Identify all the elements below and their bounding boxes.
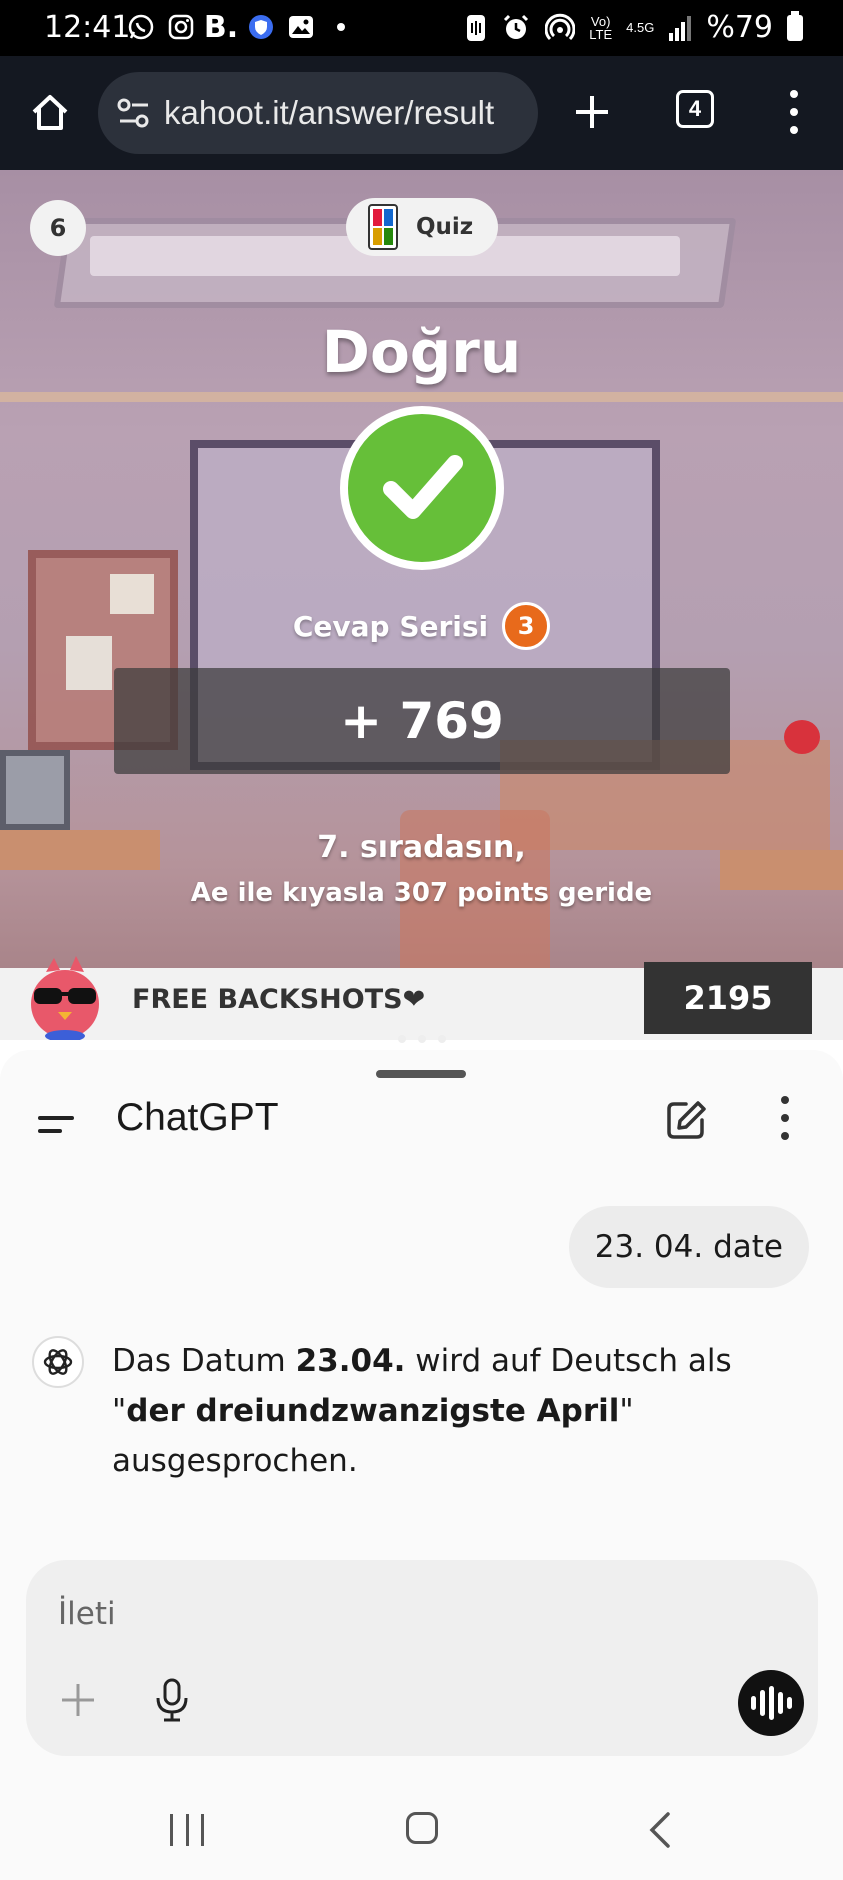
gallery-icon (286, 12, 316, 42)
background-apple (784, 720, 820, 754)
drag-handle[interactable] (376, 1070, 466, 1078)
message-input[interactable]: İleti (58, 1596, 116, 1632)
tab-switcher-button[interactable]: 4 (676, 90, 714, 128)
user-message: 23. 04. date (568, 1206, 809, 1288)
background-laptop (0, 750, 70, 830)
chatgpt-window: ChatGPT 23. 04. date Das Datum 23.04. wi… (0, 1050, 843, 1880)
status-time: 12:41 (44, 10, 131, 45)
status-right: Vo) LTE 4.5G %79 (465, 10, 803, 45)
browser-menu-icon[interactable] (780, 90, 808, 134)
home-icon[interactable] (28, 90, 72, 134)
whatsapp-icon (126, 12, 156, 42)
url-text: kahoot.it/answer/result (164, 94, 495, 131)
signal-icon (669, 15, 692, 41)
battery-icon (787, 10, 803, 41)
microphone-icon[interactable] (150, 1676, 194, 1724)
player-avatar (31, 956, 99, 1040)
recent-apps-icon[interactable] (170, 1814, 204, 1846)
instagram-icon (166, 12, 196, 42)
points-gained: + 769 (114, 668, 730, 774)
notification-icons: B. (126, 9, 356, 45)
behind-text: Ae ile kıyasla 307 points geride (190, 878, 653, 908)
shield-icon (246, 12, 276, 42)
player-nickname: FREE BACKSHOTS❤ (132, 984, 426, 1015)
streak-label: Cevap Serisi (292, 609, 489, 643)
chat-more-icon[interactable] (774, 1096, 796, 1140)
question-number: 6 (30, 200, 86, 256)
back-icon[interactable] (642, 1810, 678, 1850)
sidebar-menu-icon[interactable] (38, 1104, 78, 1144)
background-rail (0, 392, 843, 402)
battery-level: %79 (706, 10, 773, 45)
quiz-label: Quiz (416, 214, 474, 240)
quiz-type-badge: Quiz (346, 198, 498, 256)
data-type-label: 4.5G (626, 20, 655, 35)
new-chat-icon[interactable] (664, 1098, 708, 1142)
attach-plus-icon[interactable] (56, 1678, 100, 1722)
correct-check-icon (340, 406, 504, 570)
total-score: 2195 (644, 962, 812, 1034)
voice-mode-button[interactable] (738, 1670, 804, 1736)
system-nav-bar (0, 1790, 843, 1880)
assistant-message: Das Datum 23.04. wird auf Deutsch als "d… (112, 1343, 732, 1479)
rank-text: 7. sıradasın, (317, 830, 526, 865)
address-bar[interactable]: kahoot.it/answer/result (98, 72, 538, 154)
player-bar: FREE BACKSHOTS❤ 2195 (0, 956, 843, 1040)
site-settings-icon[interactable] (114, 93, 154, 133)
answer-streak: Cevap Serisi 3 (0, 602, 843, 650)
split-screen-handle[interactable] (398, 1034, 446, 1044)
browser-toolbar: kahoot.it/answer/result 4 (0, 56, 843, 170)
kahoot-result-screen: 6 Quiz Doğru Cevap Serisi 3 + 769 7. sır… (0, 170, 843, 1040)
new-tab-icon[interactable] (570, 90, 614, 134)
chat-title[interactable]: ChatGPT (116, 1096, 279, 1140)
volte-label: Vo) LTE (589, 13, 613, 42)
status-bar: 12:41 B. Vo) LTE 4.5G %79 (0, 0, 843, 56)
message-composer[interactable]: İleti (26, 1560, 818, 1756)
quiz-icon (368, 204, 398, 250)
b-app-icon: B. (203, 9, 239, 45)
streak-fire-badge: 3 (502, 602, 551, 650)
home-button-icon[interactable] (406, 1812, 438, 1844)
nfc-icon (467, 14, 486, 41)
hotspot-icon (545, 13, 576, 40)
chatgpt-logo-icon (32, 1336, 84, 1388)
alarm-icon (504, 14, 529, 39)
dot-icon (326, 12, 356, 42)
result-title: Doğru (321, 318, 522, 386)
